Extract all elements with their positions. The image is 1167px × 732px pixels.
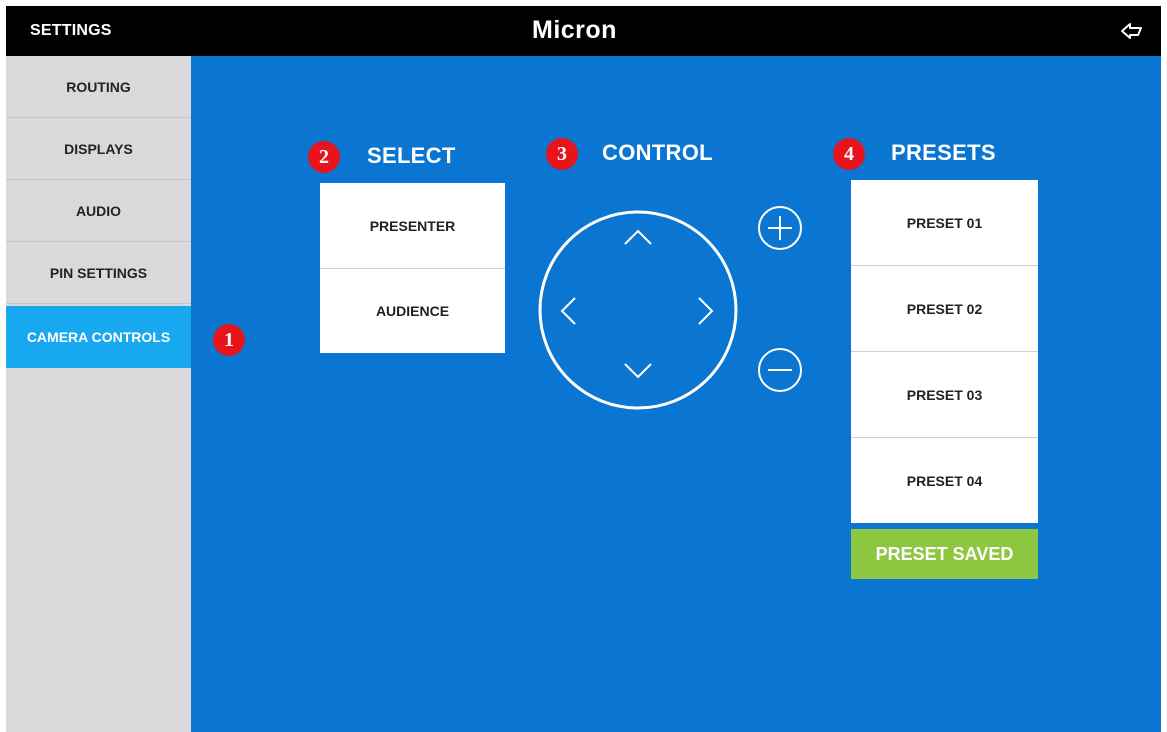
audience-button[interactable]: AUDIENCE [320,269,505,353]
preset-saved-status: PRESET SAVED [851,529,1038,579]
presenter-button[interactable]: PRESENTER [320,183,505,268]
callout-badge-3: 3 [546,138,578,170]
sidebar-item-routing[interactable]: ROUTING [6,56,191,118]
sidebar-item-camera-controls[interactable]: CAMERA CONTROLS [6,306,191,368]
top-bar: SETTINGS Micron [6,6,1161,56]
sidebar-item-label: CAMERA CONTROLS [26,329,171,345]
preset-02-button[interactable]: PRESET 02 [851,266,1038,351]
sidebar-item-label: AUDIO [75,202,122,219]
down-arrow-icon[interactable] [619,358,657,384]
sidebar-item-displays[interactable]: DISPLAYS [6,118,191,180]
preset-04-button[interactable]: PRESET 04 [851,438,1038,523]
main-panel: 1 2 SELECT PRESENTER AUDIENCE 3 CONTROL [191,56,1161,732]
left-arrow-icon[interactable] [555,292,581,330]
callout-badge-2: 2 [308,141,340,173]
select-title: SELECT [367,143,456,168]
camera-select-group: PRESENTER AUDIENCE [320,183,505,353]
right-arrow-icon[interactable] [693,292,719,330]
sidebar-item-label: DISPLAYS [64,140,133,157]
preset-03-button[interactable]: PRESET 03 [851,352,1038,437]
preset-list: PRESET 01 PRESET 02 PRESET 03 PRESET 04 [851,180,1038,523]
callout-badge-4: 4 [833,138,865,170]
callout-badge-1: 1 [213,324,245,356]
back-arrow-icon[interactable] [1119,18,1145,44]
micron-logo: Micron [532,16,617,44]
sidebar-item-label: PIN SETTINGS [49,264,148,281]
sidebar-item-audio[interactable]: AUDIO [6,180,191,242]
preset-01-button[interactable]: PRESET 01 [851,180,1038,265]
up-arrow-icon[interactable] [619,224,657,250]
presets-title: PRESETS [891,140,996,165]
app-frame: SETTINGS Micron ROUTING DISPLAYS AUDIO P… [6,6,1161,732]
zoom-in-icon[interactable] [756,204,804,252]
zoom-out-icon[interactable] [756,346,804,394]
sidebar: ROUTING DISPLAYS AUDIO PIN SETTINGS CAME… [6,56,191,732]
sidebar-item-label: ROUTING [66,78,131,95]
page-title: SETTINGS [30,22,112,39]
sidebar-item-pin-settings[interactable]: PIN SETTINGS [6,242,191,304]
control-title: CONTROL [602,140,713,165]
